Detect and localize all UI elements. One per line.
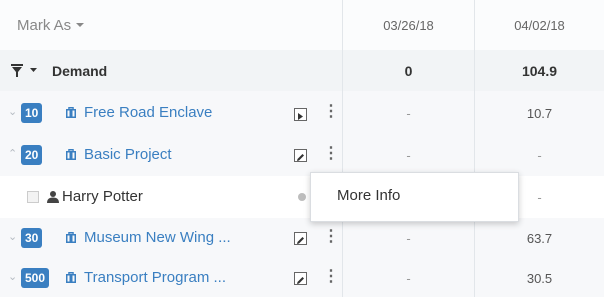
caret-down-icon [76,23,85,27]
period-value: - [342,135,474,176]
project-badge: 500 [21,268,50,288]
context-menu: More Info [310,172,519,222]
mark-as-label: Mark As [17,16,72,34]
value-text: - [537,189,542,205]
period-value: - [342,259,474,297]
more-options-icon[interactable]: ⋮ [323,146,339,162]
date-label: 04/02/18 [514,17,565,33]
briefcase-icon [66,232,76,243]
project-badge: 30 [21,228,43,248]
edit-button[interactable] [294,149,307,162]
briefcase-icon [66,149,76,160]
value-text: - [406,148,411,163]
project-badge: 10 [21,103,43,123]
play-icon [298,113,303,120]
project-row[interactable]: ⌄ 30 Museum New Wing ... ⋮ - 63.7 [0,218,604,260]
period-value: 30.5 [474,259,604,297]
demand-label-cell: Demand [10,50,340,91]
chevron-down-icon[interactable]: ⌄ [8,270,17,283]
date-column-header-2: 04/02/18 [474,0,604,50]
value-text: 30.5 [526,270,553,286]
chevron-down-icon[interactable]: ⌄ [8,105,17,118]
value-text: 63.7 [526,231,553,246]
project-badge: 20 [21,145,43,165]
resource-name: Harry Potter [62,188,143,205]
period-value: - [342,91,474,135]
project-name-link[interactable]: Museum New Wing ... [84,229,231,246]
edit-button[interactable] [294,272,307,285]
header-row: Mark As 03/26/18 04/02/18 [0,0,604,51]
pencil-icon [297,154,304,161]
period-value: - [342,218,474,259]
project-row[interactable]: ⌄ 500 Transport Program ... ⋮ - 30.5 [0,259,604,297]
more-options-icon[interactable]: ⋮ [323,104,339,120]
demand-value: 0 [342,50,474,91]
mark-as-dropdown[interactable]: Mark As [17,0,337,50]
value-text: - [406,270,411,286]
period-value: 10.7 [474,91,604,135]
value-text: 0 [404,62,413,79]
value-text: 104.9 [521,62,558,79]
period-value: 63.7 [474,218,604,259]
demand-value: 104.9 [474,50,604,91]
pencil-icon [297,237,304,244]
value-text: - [537,148,542,163]
chevron-up-icon[interactable]: ⌃ [8,147,17,160]
caret-down-icon[interactable] [29,68,38,73]
row-checkbox[interactable] [27,191,39,203]
edit-button[interactable] [294,232,307,245]
demand-label: Demand [52,62,108,79]
value-text: - [406,231,411,246]
filter-icon[interactable] [11,64,23,77]
more-info-menu-item[interactable]: More Info [337,187,400,204]
status-dot [298,193,306,201]
more-options-icon[interactable]: ⋮ [323,229,339,245]
more-options-icon[interactable]: ⋮ [323,269,339,285]
project-name-link[interactable]: Free Road Enclave [84,104,212,121]
project-row[interactable]: ⌃ 20 Basic Project ⋮ - - [0,135,604,177]
demand-grid: Mark As 03/26/18 04/02/18 Demand 0 104.9… [0,0,604,297]
value-text: - [406,105,411,121]
play-button[interactable] [294,108,307,121]
project-name-link[interactable]: Transport Program ... [84,269,226,286]
chevron-down-icon[interactable]: ⌄ [8,230,17,243]
value-text: 10.7 [526,105,553,121]
date-label: 03/26/18 [383,17,434,33]
date-column-header-1: 03/26/18 [342,0,474,50]
project-name-link[interactable]: Basic Project [84,146,172,163]
demand-row: Demand 0 104.9 [0,50,604,92]
briefcase-icon [66,272,76,283]
pencil-icon [297,277,304,284]
period-value: - [474,135,604,176]
briefcase-icon [66,107,76,118]
person-icon [47,191,59,203]
project-row[interactable]: ⌄ 10 Free Road Enclave ⋮ - 10.7 [0,91,604,136]
